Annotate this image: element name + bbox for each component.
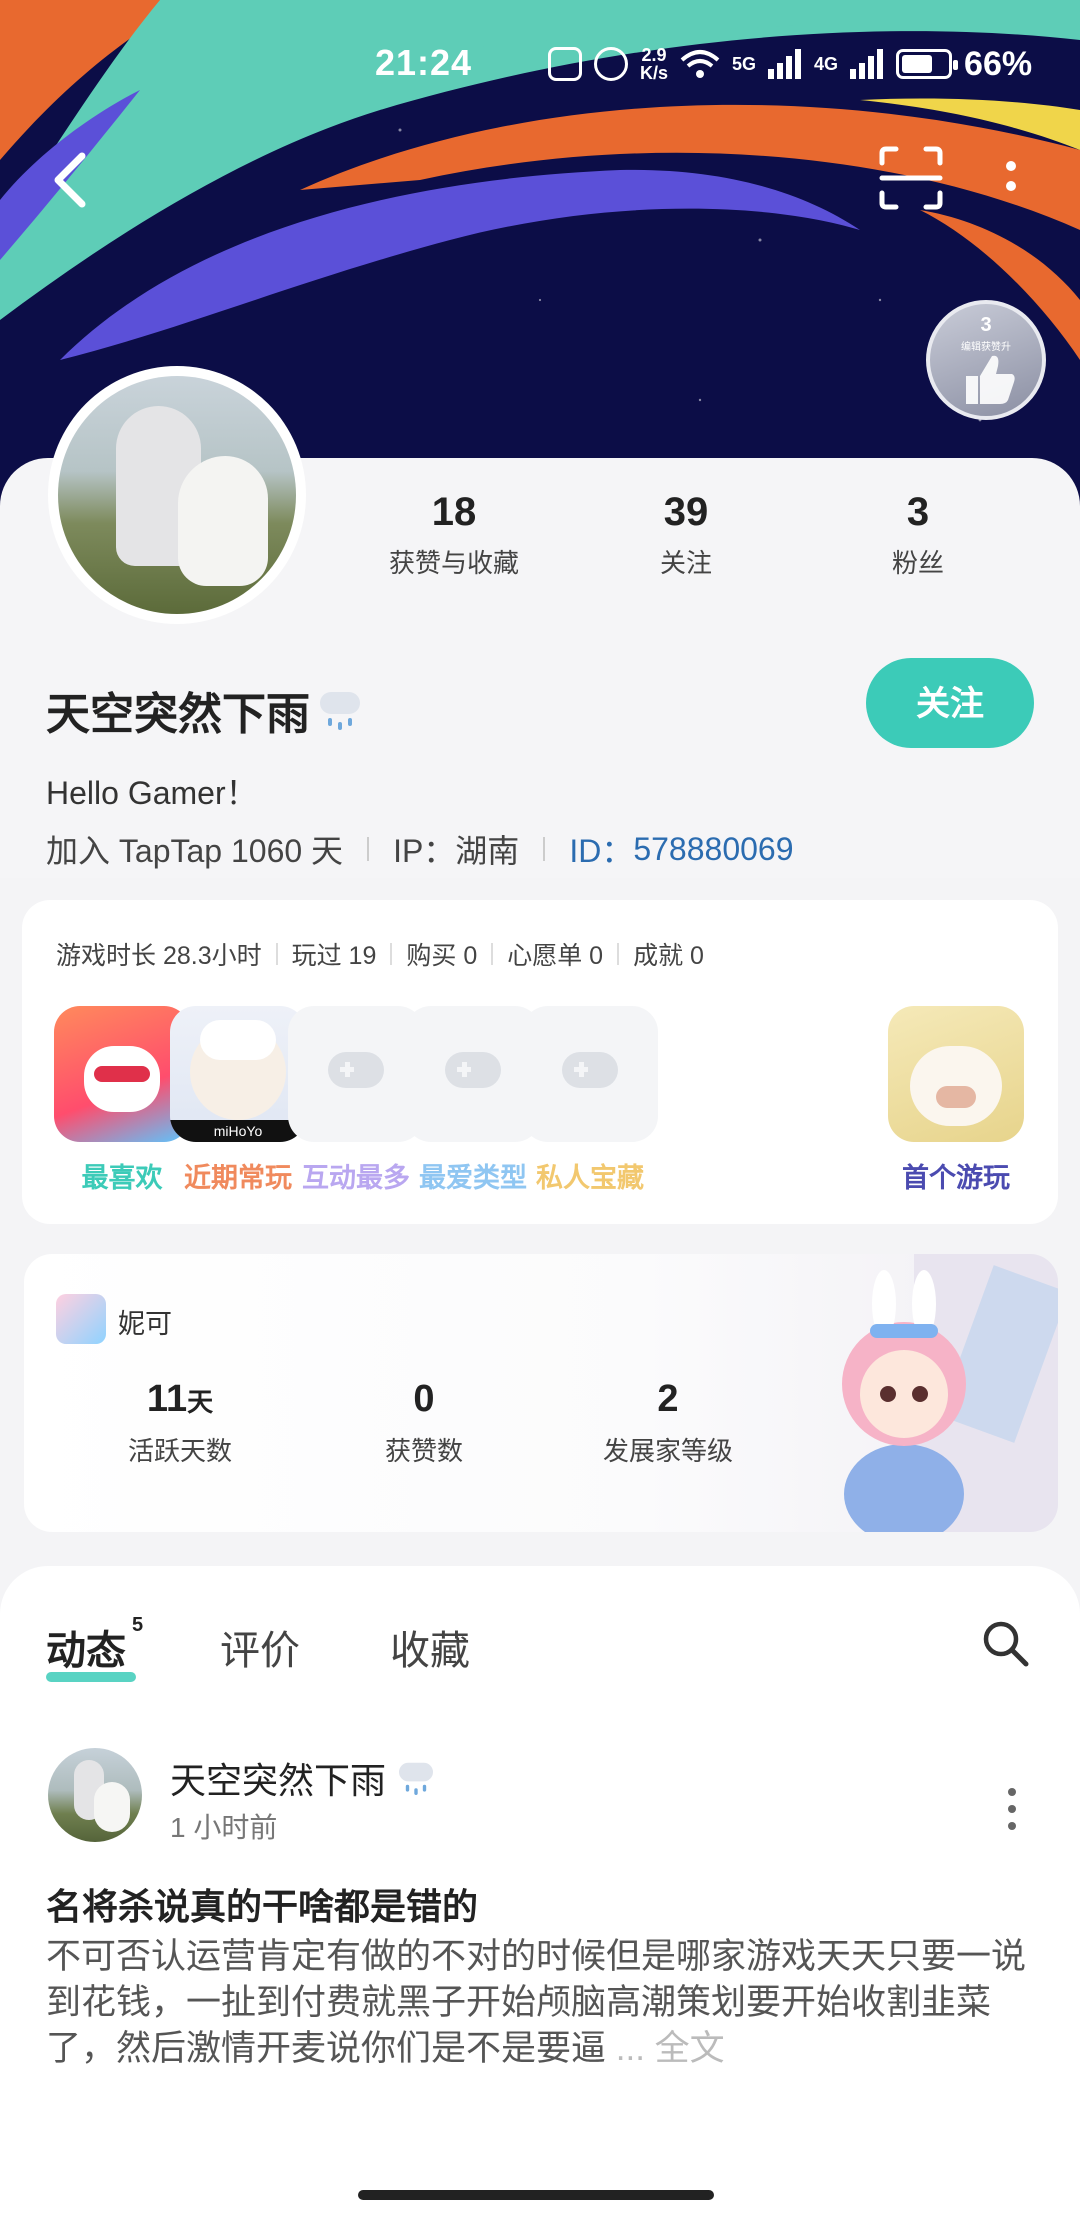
game-profile-name: 妮可 bbox=[118, 1309, 172, 1339]
signal-5g-icon bbox=[768, 49, 802, 79]
tab-dynamic-count: 5 bbox=[132, 1614, 144, 1636]
read-full-link[interactable]: ... 全文 bbox=[616, 2029, 725, 2068]
gamepad-icon bbox=[522, 1006, 658, 1142]
wifi-icon bbox=[680, 50, 720, 78]
home-indicator[interactable] bbox=[358, 2190, 714, 2200]
signal-4g-label: 4G bbox=[814, 54, 839, 74]
achievement-count[interactable]: 成就 0 bbox=[633, 936, 704, 972]
net-speed-value: 2.9 bbox=[641, 45, 667, 65]
game-tile-label: 近期常玩 bbox=[184, 1163, 292, 1193]
game-tile-label: 最爱类型 bbox=[419, 1163, 527, 1193]
badge-count: 3 bbox=[980, 314, 992, 336]
game-tile-label: 互动最多 bbox=[302, 1163, 410, 1193]
active-tab-indicator bbox=[46, 1672, 136, 1682]
stat-fans-label: 粉丝 bbox=[891, 548, 944, 578]
ip-location: IP：湖南 bbox=[393, 833, 520, 869]
avatar-photo bbox=[58, 376, 296, 614]
stat-fans[interactable]: 3 粉丝 bbox=[808, 490, 1028, 580]
game-icon-boar bbox=[888, 1006, 1024, 1142]
stat-fans-value: 3 bbox=[906, 490, 930, 534]
tab-dynamic-label: 动态 bbox=[46, 1629, 126, 1673]
thumbs-up-icon bbox=[966, 355, 1015, 404]
post-title[interactable]: 名将杀说真的干啥都是错的 bbox=[46, 1878, 478, 1930]
status-icons: 2.9 K/s 5G 4G 66% bbox=[548, 42, 1032, 86]
likes-label: 获赞数 bbox=[384, 1436, 463, 1466]
game-tile-interact[interactable]: 互动最多 bbox=[288, 1006, 424, 1195]
username: 天空突然下雨 bbox=[46, 678, 364, 742]
user-id[interactable]: 578880069 bbox=[633, 831, 793, 868]
post-more-icon[interactable] bbox=[1000, 1784, 1024, 1834]
post-author[interactable]: 天空突然下雨 bbox=[170, 1752, 440, 1804]
profile-meta: 加入 TapTap 1060 天 IP：湖南 ID： 578880069 bbox=[46, 826, 794, 872]
divider bbox=[367, 837, 370, 861]
stat-following[interactable]: 39 关注 bbox=[576, 490, 796, 580]
post-body[interactable]: 不可否认运营肯定有做的不对的时候但是哪家游戏天天只要一说到花钱，一扯到付费就黑子… bbox=[46, 1934, 1036, 2072]
active-days-label: 活跃天数 bbox=[127, 1436, 232, 1466]
rain-cloud-icon bbox=[396, 1759, 437, 1796]
stat-following-label: 关注 bbox=[659, 548, 712, 578]
games-stats: 游戏时长 28.3小时 玩过 19 购买 0 心愿单 0 成就 0 bbox=[56, 936, 704, 972]
game-profile-icon bbox=[56, 1294, 106, 1344]
avatar-dog bbox=[178, 456, 268, 586]
alarm-icon bbox=[594, 47, 628, 81]
play-time[interactable]: 游戏时长 28.3小时 bbox=[56, 936, 262, 972]
username-text: 天空突然下雨 bbox=[46, 690, 310, 739]
divider bbox=[543, 837, 546, 861]
game-tile-genre[interactable]: 最爱类型 bbox=[405, 1006, 541, 1195]
active-days-unit: 天 bbox=[187, 1387, 214, 1417]
back-button[interactable] bbox=[40, 140, 100, 220]
join-days: 加入 TapTap 1060 天 bbox=[46, 833, 344, 869]
user-id-label: ID： bbox=[569, 833, 634, 869]
net-speed-unit: K/s bbox=[640, 63, 669, 83]
status-time: 21:24 bbox=[375, 42, 473, 83]
game-profile-card[interactable]: 妮可 11天 活跃天数 0 获赞数 2 发展家等级 bbox=[24, 1254, 1058, 1532]
tab-dynamic[interactable]: 动态 5 bbox=[46, 1614, 143, 1676]
developer-level-stat: 2 发展家等级 bbox=[558, 1378, 778, 1468]
post-body-text: 不可否认运营肯定有做的不对的时候但是哪家游戏天天只要一说到花钱，一扯到付费就黑子… bbox=[46, 1937, 1027, 2068]
nfc-icon bbox=[548, 47, 582, 81]
likes-stat: 0 获赞数 bbox=[314, 1378, 534, 1468]
stat-likes-label: 获赞与收藏 bbox=[388, 548, 519, 578]
post-time: 1 小时前 bbox=[170, 1812, 278, 1843]
follow-button[interactable]: 关注 bbox=[866, 658, 1034, 748]
gamepad-icon bbox=[405, 1006, 541, 1142]
bought-count[interactable]: 购买 0 bbox=[406, 936, 477, 972]
wishlist-count[interactable]: 心愿单 0 bbox=[507, 936, 603, 972]
like-level-badge[interactable]: 3 编辑获赞升 bbox=[926, 300, 1046, 420]
likes-value: 0 bbox=[413, 1378, 435, 1420]
post-author-avatar[interactable] bbox=[48, 1748, 142, 1842]
search-icon[interactable] bbox=[980, 1618, 1030, 1668]
stat-likes-value: 18 bbox=[431, 490, 477, 534]
battery-icon bbox=[896, 49, 959, 79]
developer-level-label: 发展家等级 bbox=[602, 1436, 733, 1466]
stat-likes[interactable]: 18 获赞与收藏 bbox=[344, 490, 564, 580]
played-count[interactable]: 玩过 19 bbox=[292, 936, 377, 972]
games-card[interactable]: 游戏时长 28.3小时 玩过 19 购买 0 心愿单 0 成就 0 最喜欢 mi… bbox=[22, 900, 1058, 1224]
more-options-button[interactable] bbox=[996, 150, 1026, 210]
game-tile-label: 首个游玩 bbox=[902, 1163, 1010, 1193]
active-days-stat: 11天 活跃天数 bbox=[70, 1378, 290, 1468]
tab-collections[interactable]: 收藏 bbox=[390, 1618, 470, 1676]
game-tile-first[interactable]: 首个游玩 bbox=[888, 1006, 1024, 1195]
developer-level-value: 2 bbox=[657, 1378, 679, 1420]
avatar[interactable] bbox=[48, 366, 306, 624]
tab-reviews[interactable]: 评价 bbox=[220, 1618, 300, 1676]
net-speed: 2.9 K/s bbox=[640, 46, 668, 82]
game-tile-treasure[interactable]: 私人宝藏 bbox=[522, 1006, 658, 1195]
rain-cloud-icon bbox=[316, 688, 364, 732]
signal-5g-label: 5G bbox=[732, 54, 757, 74]
bio: Hello Gamer！ bbox=[46, 775, 258, 811]
game-tile-recent[interactable]: miHoYo 近期常玩 bbox=[170, 1006, 306, 1195]
game-icon-mihoyo: miHoYo bbox=[170, 1006, 306, 1142]
post-author-name: 天空突然下雨 bbox=[170, 1760, 387, 1801]
scan-button[interactable] bbox=[878, 145, 944, 211]
game-tile-label: 私人宝藏 bbox=[536, 1163, 644, 1193]
active-days-value: 11 bbox=[146, 1378, 188, 1420]
battery-percent: 66% bbox=[964, 44, 1033, 83]
character-illustration bbox=[842, 1254, 1058, 1532]
feed-sheet: 动态 5 评价 收藏 天空突然下雨 1 小时前 名将杀说真的干啥都是错的 不可否认… bbox=[0, 1566, 1080, 2228]
stat-following-value: 39 bbox=[663, 490, 709, 534]
gamepad-icon bbox=[288, 1006, 424, 1142]
signal-4g-icon bbox=[850, 49, 884, 79]
